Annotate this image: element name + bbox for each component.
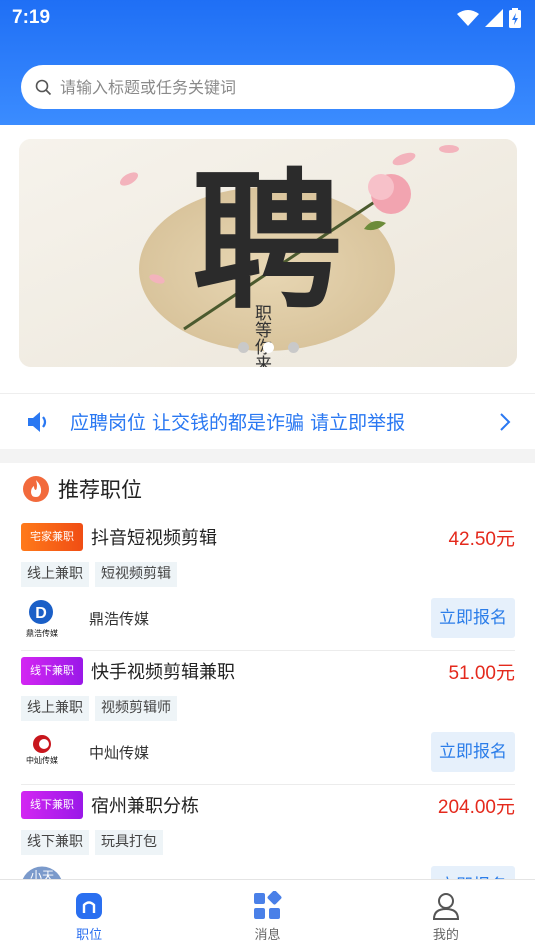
job-tags: 线上兼职 视频剪辑师 xyxy=(21,696,515,721)
search-input[interactable] xyxy=(60,77,480,97)
divider xyxy=(21,650,515,651)
job-salary: 204.00元 xyxy=(437,796,515,818)
company-logo-text: 鼎浩传媒 xyxy=(26,628,58,638)
banner-section: 聘 职等你来 xyxy=(0,125,535,393)
job-tag: 线上兼职 xyxy=(21,696,89,721)
grid-icon xyxy=(254,891,282,919)
job-tag: 线上兼职 xyxy=(21,562,89,587)
job-title: 快手视频剪辑兼职 xyxy=(91,662,235,683)
speaker-icon xyxy=(28,411,47,432)
company-logo-text: 中灿传媒 xyxy=(26,755,58,765)
notice-bar[interactable]: 应聘岗位 让交钱的都是诈骗 请立即举报 xyxy=(0,393,535,449)
job-type-badge: 线下兼职 xyxy=(21,791,83,819)
battery-icon xyxy=(509,8,521,28)
status-time: 7:19 xyxy=(12,7,51,28)
banner-carousel[interactable]: 聘 职等你来 xyxy=(19,139,517,367)
carousel-dot[interactable] xyxy=(237,342,249,353)
job-salary: 42.50元 xyxy=(448,528,515,550)
notice-text: 应聘岗位 让交钱的都是诈骗 请立即举报 xyxy=(70,412,406,434)
job-tags: 线上兼职 短视频剪辑 xyxy=(21,562,515,587)
section-title: 推荐职位 xyxy=(58,478,142,502)
apply-button[interactable]: 立即报名 xyxy=(431,598,515,638)
job-card[interactable]: 宅家兼职 抖音短视频剪辑 42.50元 线上兼职 短视频剪辑 D 鼎浩传媒 鼎浩… xyxy=(21,521,515,641)
job-type-badge: 线下兼职 xyxy=(21,657,83,685)
tab-profile[interactable]: 我的 xyxy=(357,880,535,951)
job-tag: 线下兼职 xyxy=(21,830,89,855)
banner-small-text: 职等你来 xyxy=(251,304,272,367)
job-type-badge: 宅家兼职 xyxy=(21,523,83,551)
home-icon xyxy=(76,893,103,919)
section-header: 推荐职位 xyxy=(0,463,535,515)
company-logo: D 鼎浩传媒 xyxy=(21,597,63,639)
header: 7:19 xyxy=(0,0,535,125)
job-tags: 线下兼职 玩具打包 xyxy=(21,830,515,855)
signal-icon xyxy=(485,9,503,27)
company-name: 鼎浩传媒 xyxy=(89,609,150,628)
tab-label: 我的 xyxy=(432,928,459,943)
banner-image: 聘 职等你来 xyxy=(19,139,517,367)
flame-icon xyxy=(23,476,49,502)
divider xyxy=(21,784,515,785)
tab-label: 消息 xyxy=(254,928,281,943)
status-bar: 7:19 xyxy=(12,6,521,30)
job-salary: 51.00元 xyxy=(448,662,515,684)
search-bar[interactable] xyxy=(21,65,515,109)
bottom-tab-bar: 职位 消息 我的 xyxy=(0,879,535,951)
carousel-dots xyxy=(19,342,517,353)
svg-text:职等你来: 职等你来 xyxy=(251,304,272,367)
wifi-icon xyxy=(457,10,479,26)
job-tag: 短视频剪辑 xyxy=(95,562,177,587)
job-title: 抖音短视频剪辑 xyxy=(91,528,217,549)
carousel-dot[interactable] xyxy=(287,342,299,353)
tab-label: 职位 xyxy=(76,928,103,943)
company-logo: 中灿传媒 xyxy=(21,731,63,773)
tab-jobs[interactable]: 职位 xyxy=(0,880,178,951)
user-icon xyxy=(432,893,459,920)
chevron-right-icon xyxy=(500,412,511,431)
job-tag: 玩具打包 xyxy=(95,830,163,855)
company-logo: 小天 xyxy=(21,865,63,879)
tab-messages[interactable]: 消息 xyxy=(178,880,356,951)
company-name: 中灿传媒 xyxy=(89,743,150,762)
apply-button[interactable]: 立即报名 xyxy=(431,732,515,772)
recommended-section: 推荐职位 宅家兼职 抖音短视频剪辑 42.50元 线上兼职 短视频剪辑 D 鼎浩… xyxy=(0,463,535,879)
job-title: 宿州兼职分栋 xyxy=(91,796,199,817)
svg-text:D: D xyxy=(35,605,47,622)
company-logo-text: 小天 xyxy=(30,869,54,879)
search-icon xyxy=(35,79,52,95)
job-card[interactable]: 线下兼职 宿州兼职分栋 204.00元 线下兼职 玩具打包 小天 立即报名 xyxy=(21,789,515,879)
carousel-dot-active[interactable] xyxy=(262,342,274,353)
apply-button[interactable]: 立即报名 xyxy=(431,866,515,879)
job-card[interactable]: 线下兼职 快手视频剪辑兼职 51.00元 线上兼职 视频剪辑师 中灿传媒 中灿传… xyxy=(21,655,515,775)
status-icons xyxy=(457,8,521,28)
job-tag: 视频剪辑师 xyxy=(95,696,177,721)
